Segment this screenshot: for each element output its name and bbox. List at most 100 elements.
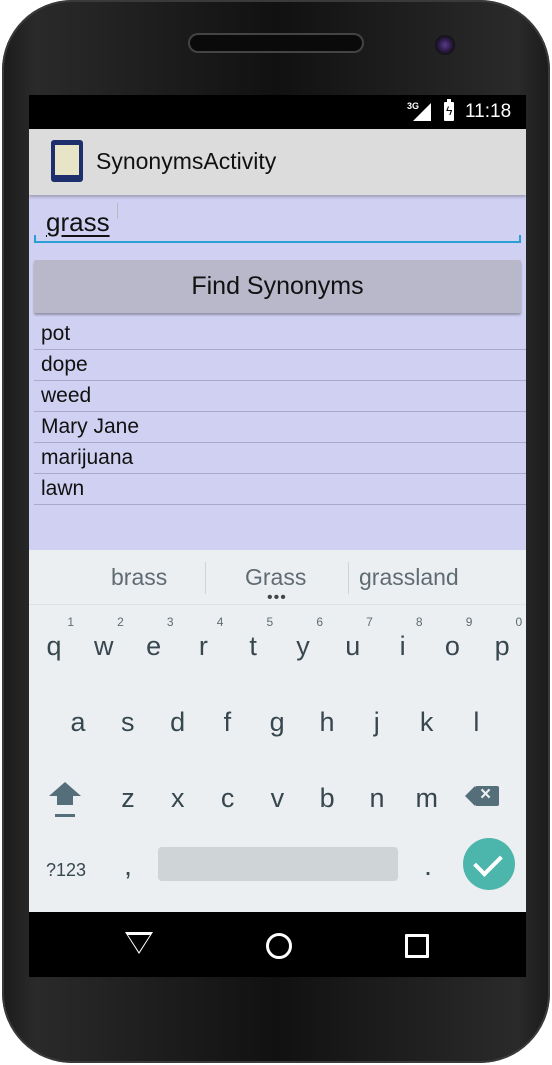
find-synonyms-button[interactable]: Find Synonyms (34, 260, 521, 313)
suggestion-grassland[interactable]: grassland (359, 564, 459, 591)
battery-charging-icon: ϟ (444, 99, 454, 121)
status-bar: 3G ϟ 11:18 (29, 95, 526, 129)
key[interactable]: x (154, 763, 202, 823)
shift-arrow-icon (49, 782, 81, 796)
key[interactable]: k (403, 687, 451, 747)
back-icon[interactable] (125, 932, 153, 954)
shift-key[interactable] (43, 776, 87, 826)
screen: 3G ϟ 11:18 SynonymsActivity grass Find S… (29, 95, 526, 977)
action-bar: SynonymsActivity (29, 129, 526, 195)
key-letter: b (319, 783, 335, 813)
synonym-list-item[interactable]: marijuana (34, 443, 526, 474)
key[interactable]: m (403, 763, 451, 823)
navigation-bar (29, 912, 526, 977)
key-letter: p (494, 631, 510, 661)
key[interactable]: i8 (379, 611, 427, 671)
key-number-hint: 6 (316, 615, 323, 629)
key[interactable]: a (54, 687, 102, 747)
key[interactable]: p0 (478, 611, 526, 671)
front-camera (435, 35, 455, 55)
done-key[interactable] (463, 838, 515, 890)
key-letter: h (319, 707, 335, 737)
key-letter: g (269, 707, 285, 737)
key-letter: j (373, 707, 380, 737)
key-letter: q (46, 631, 62, 661)
suggestion-grass[interactable]: Grass (245, 564, 306, 591)
key[interactable]: e3 (130, 611, 178, 671)
search-input[interactable]: grass (34, 197, 521, 247)
suggestion-strip: brass Grass ••• grassland (29, 550, 526, 606)
synonym-list-item[interactable]: lawn (34, 474, 526, 505)
space-bar[interactable] (158, 847, 398, 881)
key-letter: l (473, 707, 480, 737)
key-letter: f (223, 707, 232, 737)
synonym-list-item[interactable]: dope (34, 350, 526, 381)
key[interactable]: b (303, 763, 351, 823)
key-letter: v (270, 783, 285, 813)
suggestion-brass[interactable]: brass (111, 564, 167, 591)
input-underline (34, 235, 521, 243)
app-title: SynonymsActivity (96, 148, 277, 174)
key[interactable]: u7 (329, 611, 377, 671)
comma-key[interactable]: , (113, 850, 143, 894)
synonym-list-item[interactable]: Mary Jane (34, 412, 526, 443)
home-icon[interactable] (266, 933, 292, 959)
recents-icon[interactable] (405, 934, 429, 958)
key-letter: w (94, 631, 114, 661)
key[interactable]: o9 (428, 611, 476, 671)
suggestion-divider (205, 562, 206, 594)
key[interactable]: d (154, 687, 202, 747)
key[interactable]: l (452, 687, 500, 747)
synonym-list-item[interactable]: weed (34, 381, 526, 412)
key-number-hint: 2 (117, 615, 124, 629)
status-time: 11:18 (465, 101, 512, 122)
key-number-hint: 7 (366, 615, 373, 629)
key-number-hint: 0 (515, 615, 523, 629)
speaker-grille (188, 33, 364, 53)
key[interactable]: w2 (80, 611, 128, 671)
key-letter: y (296, 631, 310, 661)
synonym-list: pot dope weed Mary Jane marijuana lawn (34, 319, 526, 505)
app-icon (51, 140, 83, 182)
key[interactable]: z (104, 763, 152, 823)
key[interactable]: j (353, 687, 401, 747)
key[interactable]: s (104, 687, 152, 747)
key[interactable]: h (303, 687, 351, 747)
key-letter: a (70, 707, 86, 737)
key[interactable]: q1 (30, 611, 78, 671)
key[interactable]: g (253, 687, 301, 747)
key-letter: t (249, 631, 257, 661)
key-letter: i (399, 631, 406, 661)
key-letter: m (415, 783, 439, 813)
key[interactable]: t5 (229, 611, 277, 671)
key-letter: r (198, 631, 208, 661)
key-number-hint: 5 (266, 615, 274, 629)
key-letter: c (220, 783, 235, 813)
key[interactable]: n (353, 763, 401, 823)
delete-key[interactable]: × (465, 776, 511, 816)
more-suggestions-dots[interactable]: ••• (267, 590, 287, 606)
backspace-icon: × (465, 784, 499, 806)
period-key[interactable]: . (413, 850, 443, 894)
checkmark-icon (473, 847, 503, 877)
search-input-value[interactable]: grass (46, 207, 110, 238)
key-letter: x (171, 783, 185, 813)
signal-icon (413, 103, 431, 121)
key[interactable]: f (203, 687, 251, 747)
key-letter: z (121, 783, 135, 813)
synonym-list-item[interactable]: pot (34, 319, 526, 350)
text-cursor (117, 203, 118, 219)
symbols-key[interactable]: ?123 (37, 850, 95, 890)
key-letter: u (345, 631, 361, 661)
key-letter: s (121, 707, 135, 737)
key[interactable]: v (253, 763, 301, 823)
key-letter: k (419, 707, 434, 737)
main-content: grass Find Synonyms pot dope weed Mary Jane… (29, 195, 526, 550)
key-number-hint: 3 (166, 615, 174, 629)
key-letter: o (444, 631, 460, 661)
key[interactable]: r4 (179, 611, 227, 671)
key-letter: e (146, 631, 162, 661)
key-number-hint: 1 (67, 615, 74, 629)
key[interactable]: y6 (279, 611, 327, 671)
key[interactable]: c (204, 763, 252, 823)
